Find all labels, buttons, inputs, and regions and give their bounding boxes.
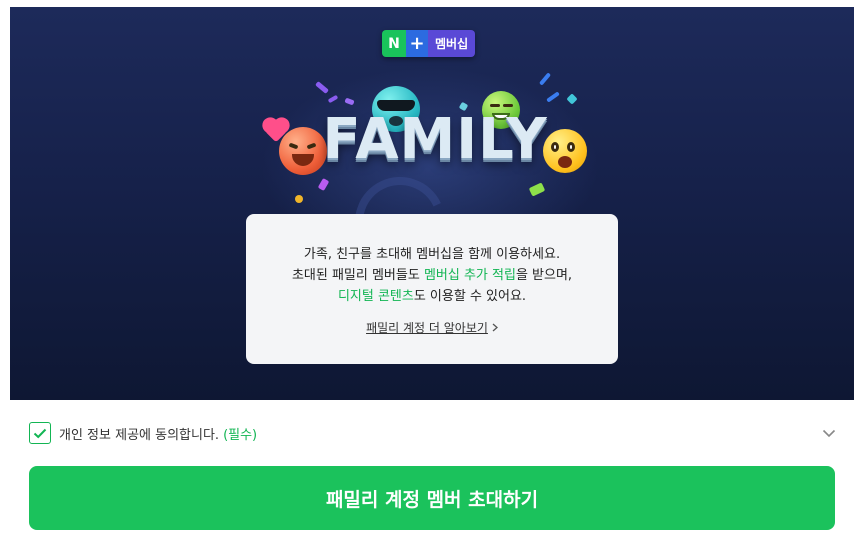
info-line-3: 디지털 콘텐츠도 이용할 수 있어요. bbox=[246, 286, 618, 307]
info-line-1: 가족, 친구를 초대해 멤버십을 함께 이용하세요. bbox=[303, 247, 561, 262]
info-line-2-text: 초대된 패밀리 멤버들도 bbox=[291, 268, 424, 283]
chevron-right-icon bbox=[492, 318, 498, 339]
family-info-card: 가족, 친구를 초대해 멤버십을 함께 이용하세요. 초대된 패밀리 멤버들도 … bbox=[246, 214, 618, 364]
check-icon bbox=[33, 428, 47, 438]
plus-icon: + bbox=[406, 30, 428, 57]
confetti-decoration bbox=[295, 195, 303, 203]
invite-family-member-button[interactable]: 패밀리 계정 멤버 초대하기 bbox=[29, 466, 835, 530]
info-line-3-suffix: 도 이용할 수 있어요. bbox=[413, 289, 527, 304]
privacy-consent-checkbox[interactable] bbox=[29, 422, 51, 444]
info-highlight-extra-points: 멤버십 추가 적립 bbox=[423, 268, 516, 283]
naver-plus-membership-badge: N + 멤버십 bbox=[382, 30, 476, 57]
required-label: (필수) bbox=[223, 427, 258, 443]
privacy-consent-row: 개인 정보 제공에 동의합니다. (필수) bbox=[29, 421, 839, 445]
learn-more-family-link[interactable]: 패밀리 계정 더 알아보기 bbox=[366, 318, 498, 339]
family-title: FAMILY bbox=[322, 107, 548, 172]
info-line-2-suffix: 을 받으며, bbox=[515, 268, 573, 283]
info-highlight-digital-content: 디지털 콘텐츠 bbox=[337, 289, 414, 304]
family-invite-page: N + 멤버십 FAMILY 가족, 친구를 초대해 멤버십을 함께 이용하세요… bbox=[0, 0, 867, 553]
info-line-2: 초대된 패밀리 멤버들도 멤버십 추가 적립을 받으며, bbox=[246, 265, 618, 286]
learn-more-label: 패밀리 계정 더 알아보기 bbox=[366, 321, 488, 335]
membership-label: 멤버십 bbox=[428, 30, 476, 57]
chevron-down-icon[interactable] bbox=[819, 423, 839, 443]
naver-n-logo: N bbox=[382, 30, 406, 57]
privacy-consent-text: 개인 정보 제공에 동의합니다. bbox=[59, 427, 220, 443]
